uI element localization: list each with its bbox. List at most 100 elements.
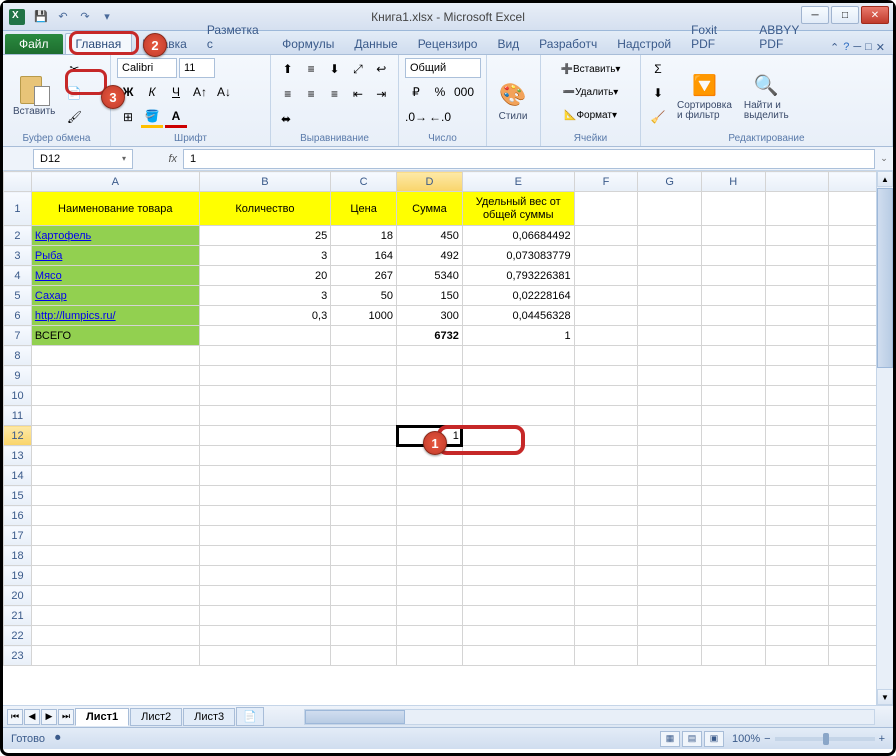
maximize-button[interactable]: □ (831, 6, 859, 24)
fill-icon[interactable]: ⬇ (647, 82, 669, 104)
format-cells-button[interactable]: 📐 Формат ▾ (547, 104, 634, 126)
increase-font-icon[interactable]: A↑ (189, 81, 211, 103)
styles-button[interactable]: 🎨 Стили (493, 58, 533, 143)
align-right-icon[interactable]: ≡ (324, 83, 345, 105)
col-header[interactable]: D (397, 172, 463, 192)
help-icon[interactable]: ? (843, 41, 849, 54)
decrease-font-icon[interactable]: A↓ (213, 81, 235, 103)
sort-icon: 🔽 (688, 69, 720, 101)
sheet-tab[interactable]: Лист3 (183, 708, 235, 726)
sheet-tab[interactable]: Лист2 (130, 708, 182, 726)
sheet-nav-prev-icon[interactable]: ◀ (24, 709, 40, 725)
align-middle-icon[interactable]: ≡ (300, 58, 321, 80)
orientation-icon[interactable]: ⤢ (347, 58, 368, 80)
formula-input[interactable]: 1 (183, 149, 875, 169)
col-header[interactable]: C (331, 172, 397, 192)
autosum-icon[interactable]: Σ (647, 58, 669, 80)
col-header[interactable] (765, 172, 829, 192)
new-sheet-icon[interactable]: 📄 (236, 707, 264, 726)
sheet-tab[interactable]: Лист1 (75, 708, 129, 726)
name-box[interactable]: D12▾ (33, 149, 133, 169)
paste-button[interactable]: Вставить (9, 58, 59, 132)
annotation-badge-1: 1 (423, 431, 447, 455)
row-header[interactable]: 1 (4, 192, 32, 226)
tab-view[interactable]: Вид (487, 34, 529, 54)
font-size-combo[interactable]: 11 (179, 58, 215, 78)
zoom-slider[interactable] (775, 737, 875, 741)
border-icon[interactable]: ⊞ (117, 106, 139, 128)
tab-data[interactable]: Данные (344, 34, 407, 54)
font-name-combo[interactable]: Calibri (117, 58, 177, 78)
col-header[interactable]: G (638, 172, 702, 192)
sheet-nav-next-icon[interactable]: ▶ (41, 709, 57, 725)
decrease-indent-icon[interactable]: ⇤ (347, 83, 368, 105)
delete-cells-button[interactable]: ➖ Удалить ▾ (547, 81, 634, 103)
minimize-ribbon-icon[interactable]: ⌃ (830, 41, 839, 54)
tab-developer[interactable]: Разработч (529, 34, 607, 54)
col-header[interactable]: H (701, 172, 765, 192)
doc-minimize-icon[interactable]: ─ (853, 41, 861, 54)
percent-icon[interactable]: % (429, 81, 451, 103)
merge-cells-icon[interactable]: ⬌ (277, 108, 295, 130)
cut-icon[interactable]: ✂ (63, 58, 85, 80)
tab-foxit[interactable]: Foxit PDF (681, 20, 749, 54)
macro-record-icon[interactable]: ⏺ (55, 732, 61, 745)
scroll-up-icon[interactable]: ▲ (877, 171, 893, 187)
horizontal-scrollbar[interactable] (304, 709, 875, 725)
spreadsheet-grid[interactable]: A B C D E F G H 1 Наименование товара Ко… (3, 171, 893, 705)
wrap-text-icon[interactable]: ↩ (371, 58, 392, 80)
tab-review[interactable]: Рецензиро (408, 34, 488, 54)
tab-home[interactable]: Главная (65, 33, 133, 54)
fill-color-icon[interactable]: 🪣 (141, 106, 163, 128)
increase-decimal-icon[interactable]: .0→ (405, 106, 427, 128)
undo-icon[interactable]: ↶ (53, 8, 73, 26)
expand-formula-icon[interactable]: ⌄ (875, 153, 893, 164)
copy-icon[interactable]: 📄 (63, 82, 85, 104)
doc-restore-icon[interactable]: □ (865, 41, 872, 54)
underline-icon[interactable]: Ч (165, 81, 187, 103)
zoom-in-icon[interactable]: + (879, 733, 885, 745)
zoom-level[interactable]: 100% (732, 733, 760, 745)
comma-icon[interactable]: 000 (453, 81, 475, 103)
scroll-thumb[interactable] (877, 188, 893, 368)
col-header[interactable]: E (462, 172, 574, 192)
col-header[interactable]: A (31, 172, 199, 192)
fx-icon[interactable]: fx (168, 153, 177, 165)
sort-filter-button[interactable]: 🔽 Сортировка и фильтр (673, 58, 736, 132)
file-tab[interactable]: Файл (5, 34, 63, 54)
italic-icon[interactable]: К (141, 81, 163, 103)
insert-cells-button[interactable]: ➕ Вставить ▾ (547, 58, 634, 80)
close-button[interactable]: ✕ (861, 6, 889, 24)
font-color-icon[interactable]: A (165, 106, 187, 128)
increase-indent-icon[interactable]: ⇥ (371, 83, 392, 105)
currency-icon[interactable]: ₽ (405, 81, 427, 103)
zoom-out-icon[interactable]: − (764, 733, 770, 745)
clear-icon[interactable]: 🧹 (647, 106, 669, 128)
qat-more-icon[interactable]: ▾ (97, 8, 117, 26)
decrease-decimal-icon[interactable]: ←.0 (429, 106, 451, 128)
align-top-icon[interactable]: ⬆ (277, 58, 298, 80)
sheet-nav-first-icon[interactable]: ⏮ (7, 709, 23, 725)
select-all-corner[interactable] (4, 172, 32, 192)
vertical-scrollbar[interactable]: ▲ ▼ (876, 171, 893, 705)
sheet-nav-last-icon[interactable]: ⏭ (58, 709, 74, 725)
normal-view-icon[interactable]: ▦ (660, 731, 680, 747)
scroll-down-icon[interactable]: ▼ (877, 689, 893, 705)
doc-close-icon[interactable]: ✕ (876, 41, 885, 54)
tab-formulas[interactable]: Формулы (272, 34, 344, 54)
align-bottom-icon[interactable]: ⬇ (324, 58, 345, 80)
tab-abbyy[interactable]: ABBYY PDF (749, 20, 830, 54)
col-header[interactable]: F (574, 172, 638, 192)
align-left-icon[interactable]: ≡ (277, 83, 298, 105)
page-layout-view-icon[interactable]: ▤ (682, 731, 702, 747)
align-center-icon[interactable]: ≡ (300, 83, 321, 105)
save-icon[interactable]: 💾 (31, 8, 51, 26)
find-select-button[interactable]: 🔍 Найти и выделить (740, 58, 793, 132)
page-break-view-icon[interactable]: ▣ (704, 731, 724, 747)
col-header[interactable]: B (199, 172, 331, 192)
format-painter-icon[interactable]: 🖌 (63, 106, 85, 128)
redo-icon[interactable]: ↷ (75, 8, 95, 26)
tab-addins[interactable]: Надстрой (607, 34, 681, 54)
number-format-combo[interactable]: Общий (405, 58, 481, 78)
tab-layout[interactable]: Разметка с (197, 20, 272, 54)
